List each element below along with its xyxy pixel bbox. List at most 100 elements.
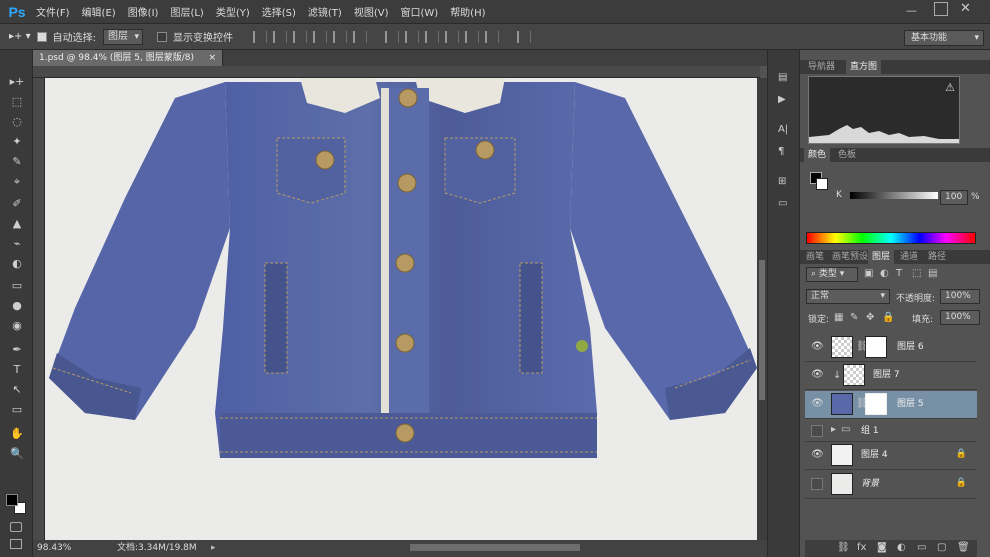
align-hcenter-icon[interactable]	[332, 30, 347, 43]
layer-name[interactable]: 组 1	[861, 420, 879, 442]
layer-row[interactable]: 👁 图层 4 🔒	[805, 442, 977, 470]
eyedropper-tool-icon[interactable]: ⌖	[4, 172, 30, 191]
color-spectrum[interactable]	[806, 232, 976, 244]
visibility-eye-icon[interactable]: 👁	[811, 398, 824, 410]
trash-icon[interactable]: 🗑	[957, 542, 970, 553]
show-transform-checkbox[interactable]	[156, 31, 167, 42]
fill-field[interactable]: 100%	[940, 310, 980, 325]
move-tool-icon[interactable]: ▸+ ▾	[9, 31, 31, 42]
layer-mask-thumbnail[interactable]	[865, 336, 887, 358]
distribute-vcenter-icon[interactable]	[404, 30, 419, 43]
layer-name[interactable]: 图层 6	[897, 334, 924, 360]
menu-file[interactable]: 文件(F)	[30, 4, 76, 19]
foreground-color-swatch[interactable]	[6, 494, 18, 506]
play-icon[interactable]: ▶	[778, 94, 786, 105]
tab-navigator[interactable]: 导航器	[804, 60, 839, 74]
type-tool-icon[interactable]: T	[4, 360, 30, 379]
adjustment-icon[interactable]: ◐	[897, 542, 906, 553]
distribute-top-icon[interactable]	[384, 30, 399, 43]
new-layer-icon[interactable]: ▢	[937, 542, 946, 553]
color-background-swatch[interactable]	[816, 178, 828, 190]
align-left-icon[interactable]	[312, 30, 327, 43]
tab-color[interactable]: 颜色	[804, 148, 831, 162]
path-select-tool-icon[interactable]: ↖	[4, 380, 30, 399]
layer-name[interactable]: 图层 7	[873, 362, 900, 388]
screen-mode-icon[interactable]	[10, 539, 22, 549]
hand-tool-icon[interactable]: ✋	[4, 424, 30, 443]
layer-name[interactable]: 图层 5	[897, 391, 924, 417]
fx-icon[interactable]: fx	[857, 542, 866, 553]
paragraph-icon[interactable]: ¶	[778, 146, 784, 157]
brush-tool-icon[interactable]: ▲	[4, 214, 30, 233]
marquee-tool-icon[interactable]: ⬚	[4, 92, 30, 111]
menu-select[interactable]: 选择(S)	[256, 4, 302, 19]
folder-icon[interactable]: ▭	[917, 542, 926, 553]
warning-icon[interactable]: ⚠	[945, 81, 955, 94]
close-window-button[interactable]: ✕	[960, 1, 971, 16]
menu-type[interactable]: 类型(Y)	[210, 4, 256, 19]
visibility-eye-icon[interactable]: 👁	[811, 369, 824, 381]
group-expand-icon[interactable]: ▸	[831, 424, 836, 435]
k-slider[interactable]	[850, 192, 938, 199]
tab-histogram[interactable]: 直方图	[846, 60, 882, 74]
pen-tool-icon[interactable]: ✒	[4, 340, 30, 359]
document-tab[interactable]: 1.psd @ 98.4% (图层 5, 图层蒙版/8) ×	[33, 50, 223, 66]
distribute-left-icon[interactable]	[444, 30, 459, 43]
horizontal-scroll-thumb[interactable]	[410, 544, 580, 551]
filter-shape-icon[interactable]: ⬚	[912, 268, 921, 279]
layer-row[interactable]: ▸ ▭ 组 1	[805, 420, 977, 442]
document-canvas[interactable]	[45, 78, 757, 540]
tab-brush[interactable]: 画笔	[802, 250, 828, 264]
history-icon[interactable]: ▤	[778, 72, 787, 83]
restore-button[interactable]	[934, 2, 948, 16]
visibility-off-box[interactable]	[811, 478, 823, 490]
layer-filter-select[interactable]: ⌕ 类型 ▾	[806, 267, 858, 282]
zoom-level[interactable]: 98.43%	[37, 540, 71, 557]
tab-brush-presets[interactable]: 画笔预设	[828, 250, 872, 264]
minimize-button[interactable]: —	[906, 4, 917, 17]
layer-row[interactable]: 👁 ↓ 图层 7	[805, 362, 977, 390]
menu-image[interactable]: 图像(I)	[122, 4, 165, 19]
lock-position-icon[interactable]: ✥	[866, 312, 874, 323]
align-vcenter-icon[interactable]	[272, 30, 287, 43]
layer-row[interactable]: 👁 ⛓ 图层 6	[805, 334, 977, 362]
filter-smart-icon[interactable]: ▤	[928, 268, 937, 279]
auto-select-checkbox[interactable]	[36, 31, 47, 42]
align-top-icon[interactable]	[252, 30, 267, 43]
gradient-tool-icon[interactable]: ●	[4, 296, 30, 315]
shape-tool-icon[interactable]: ▭	[4, 400, 30, 419]
auto-align-icon[interactable]	[516, 30, 531, 43]
distribute-right-icon[interactable]	[484, 30, 499, 43]
layer-row-selected[interactable]: 👁 ⛓ 图层 5	[805, 391, 977, 419]
character-icon[interactable]: A|	[778, 124, 788, 135]
align-right-icon[interactable]	[352, 30, 367, 43]
visibility-off-box[interactable]	[811, 425, 823, 437]
menu-filter[interactable]: 滤镜(T)	[302, 4, 348, 19]
mask-icon[interactable]: ◙	[877, 542, 887, 553]
layer-mask-thumbnail[interactable]	[865, 393, 887, 415]
lock-pixels-icon[interactable]: ✎	[850, 312, 858, 323]
filter-type-icon[interactable]: T	[896, 268, 902, 279]
move-tool-icon[interactable]: ▸+	[4, 72, 30, 91]
zoom-tool-icon[interactable]: 🔍	[4, 444, 30, 463]
k-value-field[interactable]: 100	[940, 190, 968, 205]
link-icon[interactable]: ⛓	[837, 542, 850, 553]
filter-pixel-icon[interactable]: ▣	[864, 268, 873, 279]
distribute-bottom-icon[interactable]	[424, 30, 439, 43]
menu-view[interactable]: 视图(V)	[348, 4, 395, 19]
dodge-tool-icon[interactable]: ◉	[4, 316, 30, 335]
layer-row[interactable]: 背景 🔒	[805, 471, 977, 499]
crop-tool-icon[interactable]: ✎	[4, 152, 30, 171]
tab-swatches[interactable]: 色板	[834, 148, 860, 162]
properties-icon[interactable]: ▭	[778, 198, 787, 209]
visibility-eye-icon[interactable]: 👁	[811, 449, 824, 461]
blend-mode-select[interactable]: 正常 ▾	[806, 289, 890, 304]
close-document-icon[interactable]: ×	[208, 50, 216, 66]
clone-stamp-tool-icon[interactable]: ⌁	[4, 234, 30, 253]
tool-presets-icon[interactable]: ⊞	[778, 176, 786, 187]
opacity-field[interactable]: 100%	[940, 289, 980, 304]
workspace-select[interactable]: 基本功能 ▾	[904, 30, 984, 46]
menu-layer[interactable]: 图层(L)	[164, 4, 209, 19]
quick-mask-icon[interactable]	[10, 522, 22, 532]
menu-edit[interactable]: 编辑(E)	[76, 4, 122, 19]
